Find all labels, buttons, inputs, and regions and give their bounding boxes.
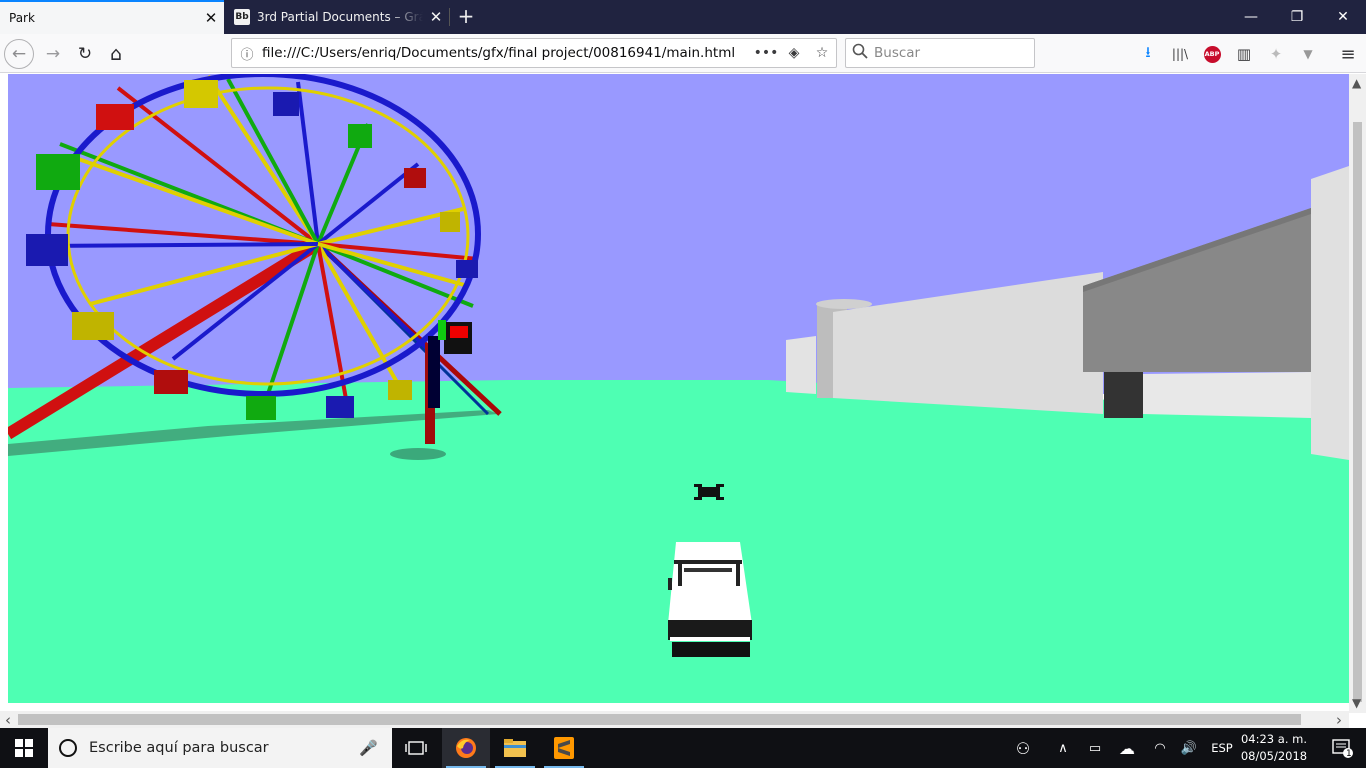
extension-icon[interactable]: ✦ — [1262, 40, 1290, 68]
tab-strip: Park ✕ Bb 3rd Partial Documents – Gráfic… — [0, 0, 1366, 34]
forward-button[interactable]: → — [38, 39, 68, 69]
back-button[interactable]: ← — [4, 39, 34, 69]
page-actions-icon[interactable]: ••• — [752, 45, 780, 61]
notification-count: 1 — [1346, 749, 1352, 759]
menu-icon[interactable]: ≡ — [1334, 40, 1362, 68]
tab-title: Park — [9, 11, 35, 25]
search-icon — [846, 43, 874, 63]
folder-icon — [504, 739, 526, 757]
vertical-scroll-thumb[interactable] — [1353, 122, 1362, 702]
adblock-icon: ABP — [1203, 45, 1221, 63]
url-bar[interactable]: ⓘ file:///C:/Users/enriq/Documents/gfx/f… — [231, 38, 837, 68]
taskbar: Escribe aquí para buscar 🎤 ⚇ ∧ ▭ ☁ ◠ 🔊 E… — [0, 728, 1366, 768]
close-window-button[interactable]: ✕ — [1320, 0, 1366, 34]
battery-icon[interactable]: ▭ — [1082, 728, 1108, 768]
close-tab-icon[interactable]: ✕ — [198, 9, 224, 27]
search-input[interactable] — [874, 45, 1024, 61]
onedrive-icon[interactable]: ☁ — [1113, 728, 1141, 768]
library-icon[interactable]: |||\ — [1166, 40, 1194, 68]
car — [668, 542, 752, 657]
scroll-up-icon[interactable]: ▲ — [1352, 76, 1361, 90]
task-view-icon — [405, 741, 427, 755]
cortana-icon — [59, 739, 77, 757]
horizontal-scroll-thumb[interactable] — [18, 714, 1301, 725]
sublime-text-taskbar-button[interactable] — [540, 728, 588, 768]
close-tab-icon[interactable]: ✕ — [423, 8, 449, 26]
volume-icon[interactable]: 🔊 — [1176, 728, 1202, 768]
microphone-icon[interactable]: 🎤 — [359, 739, 378, 757]
tab-park[interactable]: Park ✕ — [0, 0, 224, 34]
bookmark-star-icon[interactable]: ☆ — [808, 45, 836, 61]
extension-2-icon[interactable]: ▼ — [1294, 40, 1322, 68]
windows-logo-icon — [15, 739, 33, 757]
people-icon[interactable]: ⚇ — [1008, 728, 1038, 768]
sidebar-icon[interactable]: ▥ — [1230, 40, 1258, 68]
taskbar-search-placeholder: Escribe aquí para buscar — [89, 740, 269, 756]
start-button[interactable] — [0, 728, 48, 768]
reload-button[interactable]: ↻ — [70, 39, 100, 69]
taskbar-search[interactable]: Escribe aquí para buscar 🎤 — [48, 728, 392, 768]
tab-title: 3rd Partial Documents – Gráfica — [257, 10, 423, 24]
firefox-icon — [456, 738, 476, 758]
home-button[interactable]: ⌂ — [101, 39, 131, 69]
action-center-button[interactable]: 1 — [1318, 728, 1366, 768]
restore-button[interactable]: ❐ — [1274, 0, 1320, 34]
show-hidden-icons-icon[interactable]: ∧ — [1050, 728, 1076, 768]
minimize-button[interactable]: — — [1228, 0, 1274, 34]
task-view-button[interactable] — [392, 728, 440, 768]
file-explorer-taskbar-button[interactable] — [491, 728, 539, 768]
park-scene — [8, 74, 1349, 703]
webgl-canvas[interactable] — [8, 74, 1349, 703]
clock-time: 04:23 a. m. — [1240, 732, 1307, 746]
search-box[interactable] — [845, 38, 1035, 68]
adblock-button[interactable]: ABP — [1198, 40, 1226, 68]
navigation-toolbar: ← → ↻ ⌂ ⓘ file:///C:/Users/enriq/Documen… — [0, 34, 1366, 73]
clock-date: 08/05/2018 — [1240, 749, 1308, 763]
scroll-down-icon[interactable]: ▼ — [1352, 696, 1361, 710]
scroll-left-icon[interactable]: ‹ — [5, 711, 11, 729]
site-info-icon[interactable]: ⓘ — [232, 44, 262, 63]
clock[interactable]: 04:23 a. m. 08/05/2018 — [1239, 731, 1309, 765]
firefox-taskbar-button[interactable] — [442, 728, 490, 768]
sublime-text-icon — [554, 737, 574, 759]
download-icon[interactable]: ⭳ — [1134, 40, 1162, 68]
input-language[interactable]: ESP — [1206, 728, 1238, 768]
new-tab-button[interactable]: + — [453, 4, 479, 30]
url-text[interactable]: file:///C:/Users/enriq/Documents/gfx/fin… — [262, 45, 752, 61]
pocket-icon[interactable]: ◈ — [780, 45, 808, 61]
vertical-scrollbar[interactable]: ▲ ▼ — [1349, 74, 1366, 713]
blackboard-favicon-icon: Bb — [234, 9, 250, 25]
wifi-icon[interactable]: ◠ — [1147, 728, 1173, 768]
tab-documents[interactable]: Bb 3rd Partial Documents – Gráfica ✕ — [225, 0, 449, 34]
scroll-right-icon[interactable]: › — [1336, 711, 1342, 729]
horizontal-scrollbar[interactable]: ‹ › — [0, 711, 1349, 729]
tab-separator — [449, 8, 450, 26]
